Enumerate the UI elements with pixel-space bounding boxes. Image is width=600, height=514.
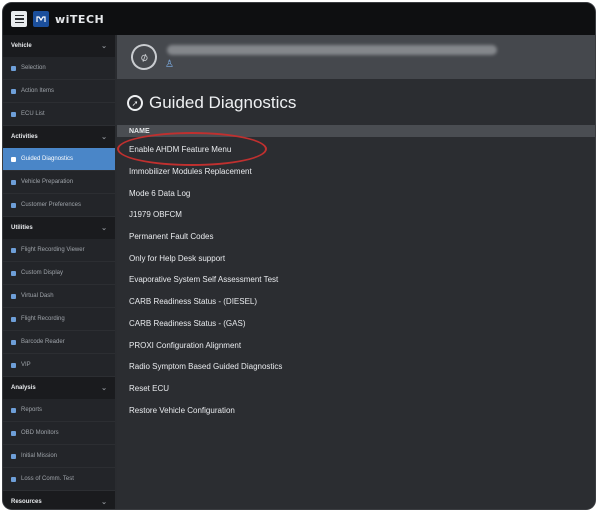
sidebar-item-label: VIP (21, 362, 31, 368)
sidebar-item-icon (11, 179, 16, 185)
sidebar-item-label: Action Items (21, 88, 55, 94)
sidebar-item-icon (11, 453, 16, 459)
chevron-down-icon: ⌄ (101, 385, 107, 392)
diagnostics-list: Enable AHDM Feature Menu Immobilizer Modu… (117, 139, 595, 421)
sidebar-item-icon (11, 270, 16, 276)
sidebar-item[interactable]: Loss of Comm. Test (3, 468, 115, 491)
sidebar-section-title: Vehicle (11, 43, 32, 49)
sidebar-section-title: Resources (11, 499, 42, 505)
page-title-text: Guided Diagnostics (149, 93, 297, 112)
chevron-down-icon: ⌄ (101, 499, 107, 506)
sidebar-section-utilities[interactable]: Utilities ⌄ (3, 217, 115, 239)
sidebar-item[interactable]: Selection (3, 57, 115, 80)
sidebar-item[interactable]: ECU List (3, 103, 115, 126)
page-title: ➚ Guided Diagnostics (127, 93, 296, 113)
sidebar-item-icon (11, 111, 16, 117)
sidebar-item-label: OBD Monitors (21, 430, 59, 436)
sidebar-item-label: Virtual Dash (21, 293, 54, 299)
chevron-down-icon: ⌄ (101, 43, 107, 50)
sidebar-item-label: Loss of Comm. Test (21, 476, 74, 482)
sidebar-item-label: Reports (21, 407, 43, 413)
brand-logo-icon (33, 11, 49, 27)
sidebar-item-label: Selection (21, 65, 46, 71)
chevron-down-icon: ⌄ (101, 225, 107, 232)
diagnostic-list-item[interactable]: Mode 6 Data Log (117, 182, 595, 204)
sidebar-item[interactable]: Barcode Reader (3, 331, 115, 354)
vehicle-gauge-icon[interactable]: ⌀ (126, 39, 162, 75)
sidebar-item[interactable]: Custom Display (3, 262, 115, 285)
sidebar-item-label: Flight Recording Viewer (21, 247, 85, 253)
sidebar-item-label: ECU List (21, 111, 45, 117)
sidebar-item-icon (11, 476, 16, 482)
sidebar-item-label: Custom Display (21, 270, 64, 276)
sidebar-item[interactable]: Customer Preferences (3, 194, 115, 217)
diagnostic-list-item[interactable]: J1979 OBFCM (117, 204, 595, 226)
sidebar-item-icon (11, 293, 16, 299)
sidebar-item-label: Customer Preferences (21, 202, 82, 208)
app-window: wiTECH Vehicle ⌄ Selection Action Items ECU … (2, 2, 596, 510)
diagnostic-list-item[interactable]: Radio Symptom Based Guided Diagnostics (117, 356, 595, 378)
sidebar-section-title: Analysis (11, 385, 36, 391)
diagnostic-list-item[interactable]: Evaporative System Self Assessment Test (117, 269, 595, 291)
diagnostic-list-item[interactable]: Reset ECU (117, 378, 595, 400)
sidebar-item-icon (11, 430, 16, 436)
sidebar-section-vehicle[interactable]: Vehicle ⌄ (3, 35, 115, 57)
compass-icon: ➚ (127, 95, 143, 111)
app-logo-text: wiTECH (55, 12, 105, 26)
sidebar-item-label: Flight Recording (21, 316, 65, 322)
table-header-name[interactable]: NAME (117, 125, 595, 137)
sidebar-item-label: Barcode Reader (21, 339, 65, 345)
sidebar-item[interactable]: VIP (3, 354, 115, 377)
network-icon[interactable]: ♙ (165, 59, 174, 70)
sidebar-item-icon (11, 156, 16, 162)
sidebar-section-analysis[interactable]: Analysis ⌄ (3, 377, 115, 399)
sidebar-section-title: Activities (11, 134, 38, 140)
diagnostic-list-item[interactable]: CARB Readiness Status - (DIESEL) (117, 291, 595, 313)
top-bar: wiTECH (3, 3, 595, 35)
diagnostic-list-item[interactable]: Enable AHDM Feature Menu (117, 139, 595, 161)
chevron-down-icon: ⌄ (101, 134, 107, 141)
sidebar-item-icon (11, 339, 16, 345)
sidebar-item[interactable]: Flight Recording (3, 308, 115, 331)
diagnostic-list-item[interactable]: PROXI Configuration Alignment (117, 334, 595, 356)
sidebar-item-label: Guided Diagnostics (21, 156, 74, 162)
sidebar-item-icon (11, 362, 16, 368)
sidebar-item-icon (11, 202, 16, 208)
sidebar: Vehicle ⌄ Selection Action Items ECU List Act… (3, 35, 115, 509)
sidebar-item[interactable]: Virtual Dash (3, 285, 115, 308)
sidebar-item[interactable]: Flight Recording Viewer (3, 239, 115, 262)
sidebar-item-icon (11, 247, 16, 253)
sidebar-item[interactable]: OBD Monitors (3, 422, 115, 445)
diagnostic-list-item[interactable]: Only for Help Desk support (117, 247, 595, 269)
sidebar-item-icon (11, 316, 16, 322)
sidebar-item-icon (11, 65, 16, 71)
diagnostic-list-item[interactable]: CARB Readiness Status - (GAS) (117, 313, 595, 335)
diagnostic-list-item[interactable]: Immobilizer Modules Replacement (117, 161, 595, 183)
sidebar-item-icon (11, 407, 16, 413)
main-content: ⌀ ♙ ➚ Guided Diagnostics NAME Enable AHD… (117, 35, 595, 509)
vehicle-info-redacted (167, 45, 497, 55)
sidebar-item[interactable]: Initial Mission (3, 445, 115, 468)
sidebar-section-resources[interactable]: Resources ⌄ (3, 491, 115, 509)
sidebar-section-activities[interactable]: Activities ⌄ (3, 126, 115, 148)
diagnostic-list-item[interactable]: Permanent Fault Codes (117, 226, 595, 248)
sidebar-item[interactable]: Vehicle Preparation (3, 171, 115, 194)
sidebar-item[interactable]: Reports (3, 399, 115, 422)
sidebar-item[interactable]: Guided Diagnostics (3, 148, 115, 171)
sidebar-item-label: Vehicle Preparation (21, 179, 74, 185)
sidebar-item-label: Initial Mission (21, 453, 58, 459)
sidebar-item[interactable]: Action Items (3, 80, 115, 103)
sidebar-section-title: Utilities (11, 225, 33, 231)
sidebar-item-icon (11, 88, 16, 94)
diagnostic-list-item[interactable]: Restore Vehicle Configuration (117, 399, 595, 421)
vehicle-header: ⌀ ♙ (117, 35, 595, 79)
hamburger-menu-icon[interactable] (11, 11, 27, 27)
